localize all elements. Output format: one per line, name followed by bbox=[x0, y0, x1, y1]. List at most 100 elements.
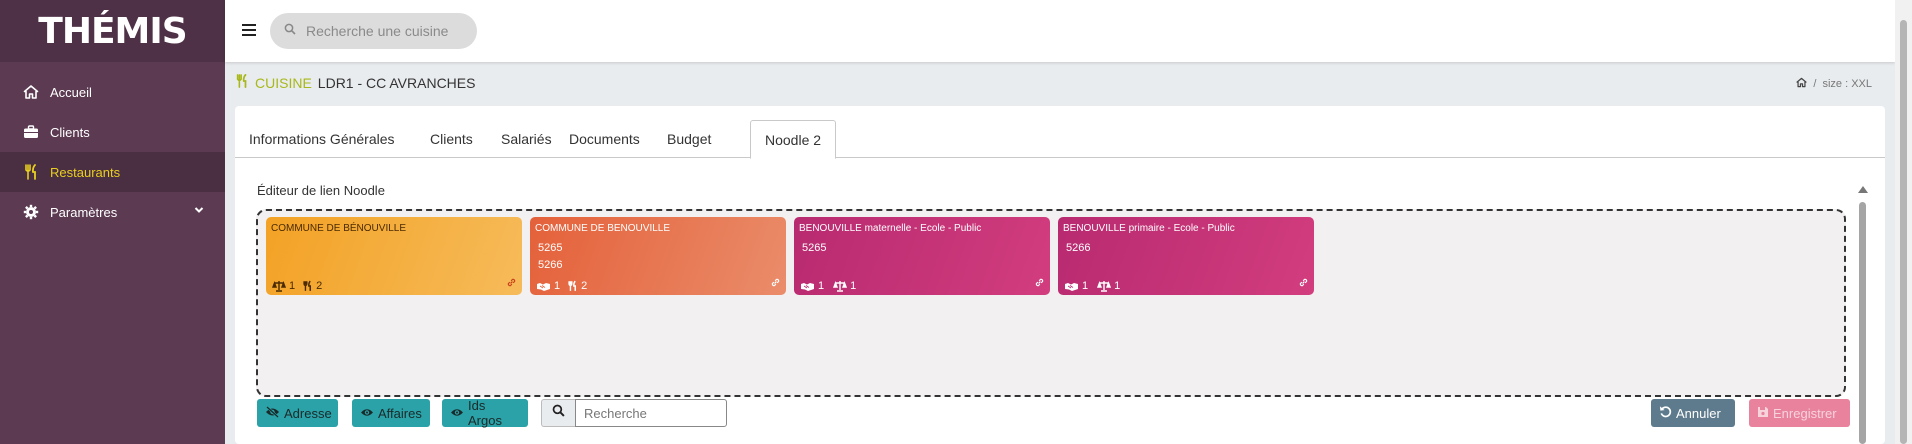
toggle-ids-argos-button[interactable]: Ids Argos bbox=[442, 398, 528, 428]
kitchen-search-input[interactable] bbox=[306, 23, 466, 39]
eye-icon bbox=[450, 406, 464, 421]
node-id: 5266 bbox=[538, 259, 563, 271]
node-count-b: 1 bbox=[1114, 280, 1121, 292]
node-name: COMMUNE DE BENOUVILLE bbox=[535, 223, 671, 234]
topbar bbox=[225, 0, 1895, 62]
utensils-icon bbox=[302, 280, 313, 292]
editor-title: Éditeur de lien Noodle bbox=[257, 183, 385, 198]
tab-noodle-2[interactable]: Noodle 2 bbox=[750, 120, 837, 159]
utensils-icon bbox=[22, 163, 40, 181]
tab-bar: Informations Générales Clients Salariés … bbox=[235, 120, 1885, 159]
sidebar: THÉMIS Accueil Clients Restaurants Param… bbox=[0, 0, 225, 444]
sidebar-nav: Accueil Clients Restaurants Paramètres bbox=[0, 72, 225, 232]
node-footer: 1 2 bbox=[272, 280, 322, 292]
scroll-up-icon[interactable] bbox=[1858, 186, 1868, 193]
cancel-button[interactable]: Annuler bbox=[1651, 399, 1735, 427]
node-count-b: 2 bbox=[581, 280, 588, 292]
balance-icon bbox=[272, 280, 286, 292]
utensils-icon bbox=[567, 280, 578, 292]
node-name: COMMUNE DE BÉNOUVILLE bbox=[271, 223, 407, 234]
noodle-node[interactable]: COMMUNE DE BÉNOUVILLE 1 2 bbox=[266, 217, 522, 295]
handshake-icon bbox=[800, 281, 815, 292]
node-footer: 1 1 bbox=[1064, 280, 1120, 292]
search-icon bbox=[552, 404, 565, 422]
app-logo-text: THÉMIS bbox=[38, 10, 187, 52]
button-label: Annuler bbox=[1676, 405, 1721, 421]
search-icon bbox=[284, 22, 296, 40]
noodle-node[interactable]: COMMUNE DE BENOUVILLE 5265 5266 1 2 bbox=[530, 217, 786, 295]
page-scrollbar-thumb[interactable] bbox=[1900, 20, 1907, 444]
tab-budget[interactable]: Budget bbox=[653, 120, 725, 158]
chevron-down-icon[interactable] bbox=[193, 204, 205, 219]
link-icon[interactable] bbox=[1034, 277, 1045, 291]
node-count-a: 1 bbox=[289, 280, 296, 292]
node-footer: 1 1 bbox=[800, 280, 856, 292]
breadcrumb-separator: / bbox=[1813, 78, 1817, 90]
node-ids: 5265 bbox=[802, 240, 1045, 257]
button-label: Affaires bbox=[378, 405, 422, 421]
balance-icon bbox=[833, 280, 848, 292]
editor-scrollbar-thumb[interactable] bbox=[1859, 202, 1866, 444]
toggle-adresse-button[interactable]: Adresse bbox=[257, 399, 338, 427]
tab-salaries[interactable]: Salariés bbox=[487, 120, 566, 158]
app-logo[interactable]: THÉMIS bbox=[0, 0, 225, 62]
button-label: Enregistrer bbox=[1773, 405, 1837, 421]
node-count-a: 1 bbox=[554, 280, 561, 292]
node-count-b: 2 bbox=[316, 280, 323, 292]
page-scrollbar[interactable] bbox=[1895, 0, 1912, 444]
sidebar-item-parametres[interactable]: Paramètres bbox=[0, 192, 225, 232]
page-header: CUISINE LDR1 - CC AVRANCHES bbox=[235, 74, 475, 91]
sidebar-item-label: Restaurants bbox=[50, 164, 121, 180]
eye-icon bbox=[360, 406, 374, 421]
link-icon[interactable] bbox=[1298, 277, 1309, 291]
noodle-node[interactable]: BENOUVILLE primaire - Ecole - Public 526… bbox=[1058, 217, 1314, 295]
eye-slash-icon bbox=[265, 405, 280, 421]
tab-documents[interactable]: Documents bbox=[555, 120, 654, 158]
link-icon[interactable] bbox=[770, 277, 781, 291]
node-id: 5266 bbox=[1066, 242, 1091, 254]
toggle-affaires-button[interactable]: Affaires bbox=[352, 399, 430, 427]
breadcrumb-size: size : XXL bbox=[1822, 78, 1872, 90]
node-count-a: 1 bbox=[818, 280, 825, 292]
gear-icon bbox=[22, 203, 40, 221]
briefcase-icon bbox=[22, 123, 40, 141]
node-id: 5265 bbox=[538, 242, 563, 254]
hamburger-menu-icon[interactable] bbox=[239, 20, 259, 40]
kitchen-search bbox=[270, 13, 477, 49]
link-icon[interactable] bbox=[506, 277, 517, 291]
button-label: Adresse bbox=[284, 405, 332, 421]
tab-clients[interactable]: Clients bbox=[416, 120, 487, 158]
sidebar-item-clients[interactable]: Clients bbox=[0, 112, 225, 152]
tab-informations-generales[interactable]: Informations Générales bbox=[235, 120, 409, 158]
button-label: Ids Argos bbox=[468, 398, 502, 428]
node-search-input[interactable] bbox=[575, 399, 727, 427]
noodle-node[interactable]: BENOUVILLE maternelle - Ecole - Public 5… bbox=[794, 217, 1050, 295]
node-name: BENOUVILLE maternelle - Ecole - Public bbox=[799, 223, 982, 234]
page-title: LDR1 - CC AVRANCHES bbox=[317, 74, 476, 91]
save-icon bbox=[1757, 406, 1769, 421]
sidebar-item-restaurants[interactable]: Restaurants bbox=[0, 152, 225, 192]
sidebar-item-label: Accueil bbox=[50, 84, 92, 100]
sidebar-item-label: Paramètres bbox=[50, 204, 118, 220]
utensils-icon bbox=[235, 74, 249, 91]
node-ids: 5265 5266 bbox=[538, 240, 781, 274]
sidebar-item-accueil[interactable]: Accueil bbox=[0, 72, 225, 112]
home-icon bbox=[22, 83, 40, 101]
breadcrumb: / size : XXL bbox=[1796, 77, 1872, 91]
sidebar-item-label: Clients bbox=[50, 124, 90, 140]
balance-icon bbox=[1097, 280, 1112, 292]
node-ids: 5266 bbox=[1066, 240, 1309, 257]
undo-icon bbox=[1659, 405, 1672, 421]
node-count-b: 1 bbox=[850, 280, 857, 292]
node-name: BENOUVILLE primaire - Ecole - Public bbox=[1063, 223, 1235, 234]
node-id: 5265 bbox=[802, 242, 827, 254]
node-footer: 1 2 bbox=[536, 280, 587, 292]
home-icon[interactable] bbox=[1796, 77, 1807, 91]
search-button[interactable] bbox=[541, 399, 575, 427]
node-count-a: 1 bbox=[1082, 280, 1089, 292]
save-button[interactable]: Enregistrer bbox=[1749, 399, 1850, 427]
handshake-icon bbox=[1064, 281, 1079, 292]
page-section-label: CUISINE bbox=[255, 74, 312, 91]
editor-scrollbar[interactable] bbox=[1857, 186, 1869, 444]
node-search bbox=[541, 399, 727, 427]
